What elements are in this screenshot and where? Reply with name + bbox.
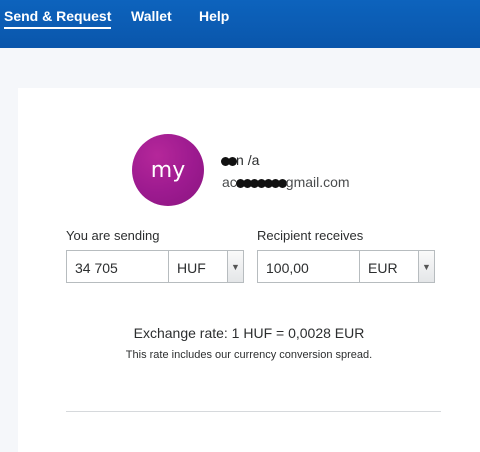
recipient-name-part: /a bbox=[247, 152, 260, 168]
receiving-currency-value: EUR bbox=[368, 260, 398, 276]
top-navigation-bar: Send & Request Wallet Help bbox=[0, 0, 480, 48]
recipient-name: n /a bbox=[221, 152, 260, 168]
exchange-rate-text: Exchange rate: 1 HUF = 0,0028 EUR bbox=[133, 325, 365, 341]
sending-amount-input[interactable]: 34 705 bbox=[66, 250, 169, 283]
chevron-down-icon[interactable]: ▼ bbox=[227, 251, 243, 282]
sending-label: You are sending bbox=[66, 228, 160, 243]
recipient-email-part: gmail.com bbox=[285, 174, 350, 190]
recipient-avatar: my bbox=[132, 134, 204, 206]
receiving-label: Recipient receives bbox=[257, 228, 364, 243]
avatar-initials: my bbox=[150, 157, 186, 183]
receiving-currency-select[interactable]: EUR ▼ bbox=[359, 250, 435, 283]
nav-send-request[interactable]: Send & Request bbox=[4, 8, 112, 29]
section-divider bbox=[66, 411, 441, 412]
recipient-email-part: ac bbox=[222, 174, 237, 190]
receiving-amount-input[interactable]: 100,00 bbox=[257, 250, 360, 283]
recipient-email: ac gmail.com bbox=[222, 174, 350, 190]
send-money-card: my n /a ac gmail.com You are sending 34 7… bbox=[18, 88, 480, 452]
nav-help[interactable]: Help bbox=[199, 8, 229, 24]
sending-currency-value: HUF bbox=[177, 260, 206, 276]
nav-wallet[interactable]: Wallet bbox=[131, 8, 172, 24]
exchange-rate-note: This rate includes our currency conversi… bbox=[125, 349, 373, 361]
recipient-name-part: n bbox=[236, 152, 244, 168]
sending-currency-select[interactable]: HUF ▼ bbox=[168, 250, 244, 283]
chevron-down-icon[interactable]: ▼ bbox=[418, 251, 434, 282]
